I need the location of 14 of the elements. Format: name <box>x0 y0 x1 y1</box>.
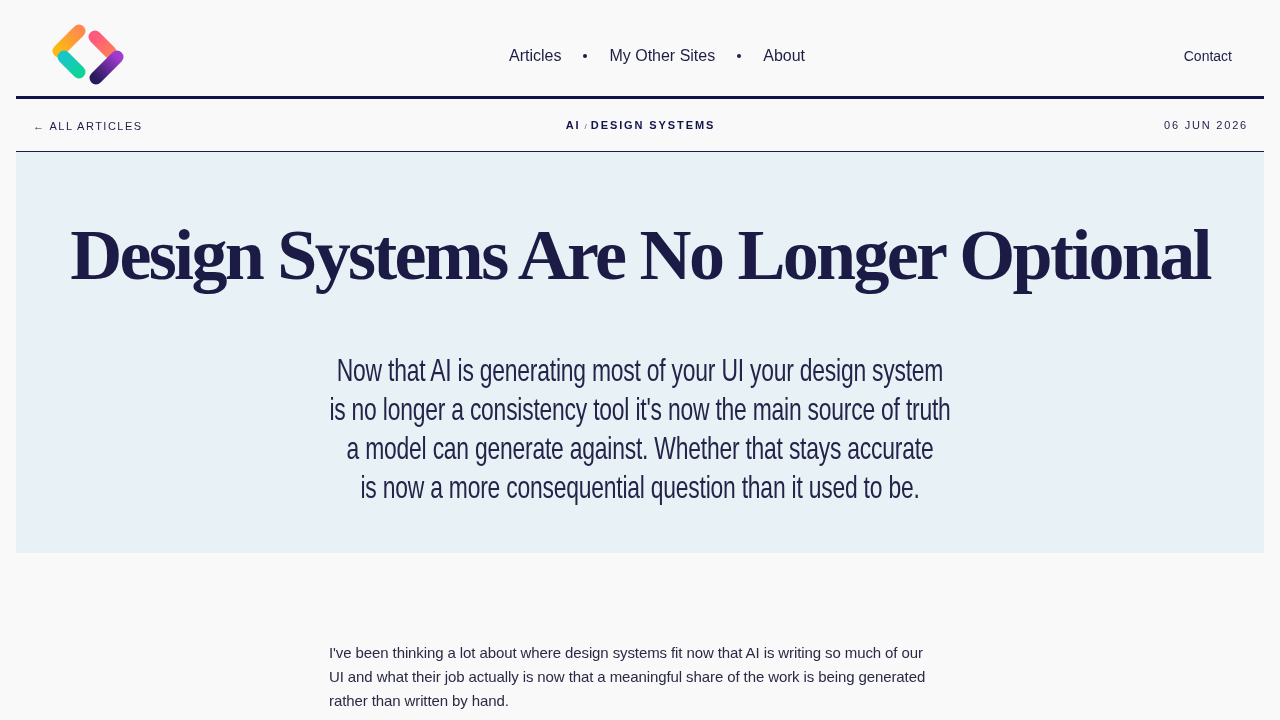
bullet-icon <box>583 54 588 58</box>
bullet-icon <box>737 54 742 58</box>
article-subtitle: Now that AI is generating most of your UI your design system is no longer a consistency tool it's now the main source of truth a model can generate against. Whether that stays accurate is now a more consequential question than it used to be. <box>328 351 952 507</box>
article-title: Design Systems Are No Longer Optional <box>70 214 1210 297</box>
breadcrumb-link[interactable]: AI <box>565 119 581 131</box>
body-paragraph: I've been thinking a lot about where design systems fit now that AI is writing so much of our UI and what their job actually is now that a meaningful share of the work is being generated rather than written by hand. <box>329 643 927 711</box>
nav-link[interactable]: My Other Sites <box>609 47 716 65</box>
nav-link[interactable]: Articles <box>508 47 562 65</box>
back-link[interactable]: ← ALL ARTICLES <box>33 120 143 132</box>
breadcrumb-link[interactable]: DESIGN SYSTEMS <box>590 119 716 131</box>
contact-link[interactable]: Contact <box>1183 48 1232 64</box>
nav-link[interactable]: About <box>763 47 806 65</box>
breadcrumb-separator: / <box>584 122 587 131</box>
article-date: 06 JUN 2026 <box>1164 119 1248 131</box>
